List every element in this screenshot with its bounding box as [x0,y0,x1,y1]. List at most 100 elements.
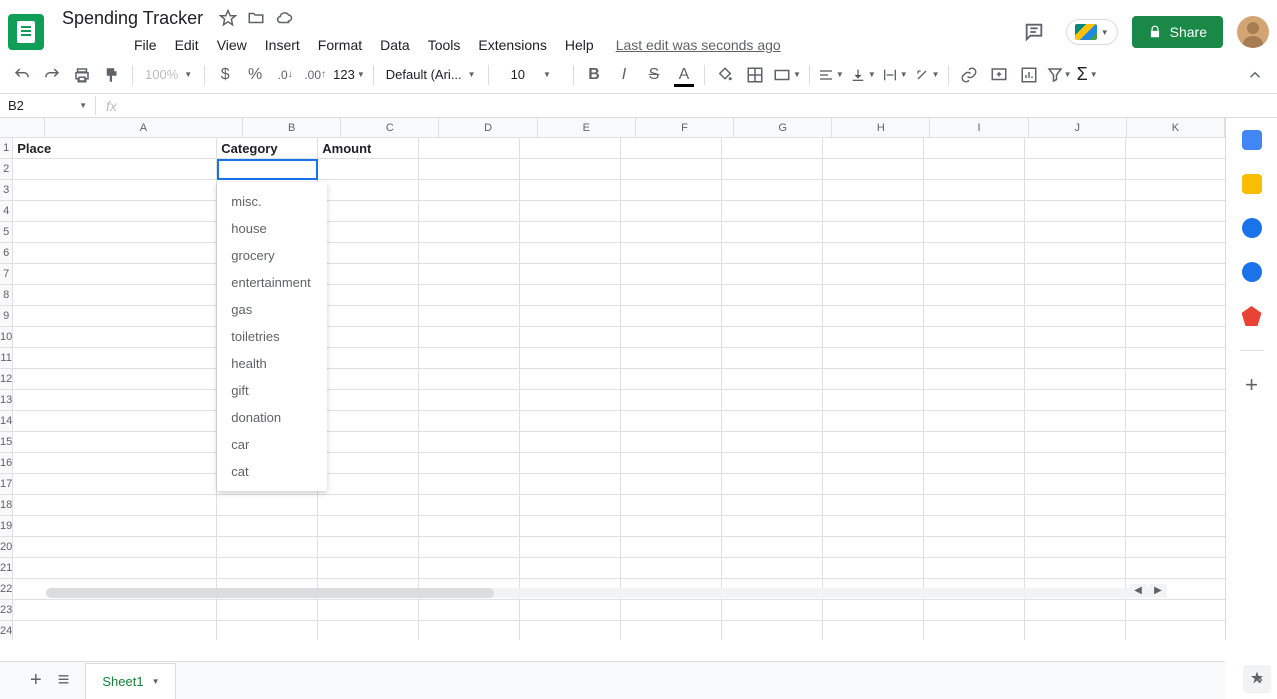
dropdown-option[interactable]: health [217,350,327,377]
menu-help[interactable]: Help [557,33,602,57]
cell[interactable] [1025,201,1126,222]
cell[interactable] [1025,222,1126,243]
cell[interactable] [318,516,419,537]
cell[interactable] [722,327,823,348]
insert-chart-button[interactable] [1015,61,1043,89]
cell[interactable] [520,474,621,495]
row-header[interactable]: 13 [0,390,13,411]
dropdown-option[interactable]: toiletries [217,323,327,350]
cell[interactable] [520,390,621,411]
cell[interactable] [722,201,823,222]
cell[interactable] [823,138,924,159]
cell[interactable] [722,537,823,558]
cell[interactable] [318,621,419,640]
cell[interactable] [722,474,823,495]
column-header[interactable]: F [636,118,734,137]
cell[interactable] [621,327,722,348]
cell[interactable] [722,558,823,579]
cell[interactable] [419,369,520,390]
cell[interactable] [318,600,419,621]
cell[interactable] [419,495,520,516]
zoom-select[interactable]: 100%▼ [139,63,198,86]
menu-data[interactable]: Data [372,33,418,57]
cell[interactable] [13,453,217,474]
cell[interactable] [823,558,924,579]
cell[interactable] [1025,600,1126,621]
cell[interactable] [13,411,217,432]
cell[interactable] [1025,159,1126,180]
merge-cells-button[interactable]: ▼ [771,64,803,86]
vertical-align-button[interactable]: ▼ [848,65,878,85]
horizontal-scrollbar[interactable] [46,588,1165,598]
cell[interactable] [924,180,1025,201]
cell[interactable] [823,411,924,432]
cell[interactable] [621,495,722,516]
cell[interactable] [621,201,722,222]
column-header[interactable]: J [1029,118,1127,137]
cell[interactable] [419,180,520,201]
text-rotation-button[interactable]: ▼ [912,65,942,85]
row-header[interactable]: 21 [0,558,13,579]
cell[interactable] [924,348,1025,369]
cell[interactable] [1126,558,1225,579]
menu-insert[interactable]: Insert [257,33,308,57]
cell[interactable] [1126,369,1225,390]
cell[interactable] [621,222,722,243]
cell[interactable] [318,180,419,201]
cell[interactable] [924,558,1025,579]
insert-link-button[interactable] [955,61,983,89]
cell[interactable] [1126,159,1225,180]
cell[interactable] [318,222,419,243]
cell[interactable] [1025,453,1126,474]
row-header[interactable]: 19 [0,516,13,537]
column-header[interactable]: C [341,118,439,137]
cell[interactable] [722,369,823,390]
cell[interactable] [924,453,1025,474]
cell[interactable] [13,285,217,306]
dropdown-option[interactable]: grocery [217,242,327,269]
cell[interactable] [1025,306,1126,327]
cell[interactable] [823,474,924,495]
cell[interactable] [520,222,621,243]
show-side-panel-button[interactable]: › [1258,671,1263,689]
increase-decimal-button[interactable]: .00↑ [301,61,329,89]
scroll-left-button[interactable]: ◀ [1129,584,1147,598]
cell[interactable] [823,306,924,327]
cell[interactable] [520,432,621,453]
row-header[interactable]: 23 [0,600,13,621]
cell[interactable] [419,516,520,537]
dropdown-option[interactable]: misc. [217,188,327,215]
row-header[interactable]: 15 [0,432,13,453]
cell[interactable] [621,432,722,453]
cell[interactable] [722,453,823,474]
cell[interactable] [1025,621,1126,640]
cell[interactable] [520,159,621,180]
cell[interactable] [520,201,621,222]
cell[interactable] [1126,411,1225,432]
dropdown-option[interactable]: gas [217,296,327,323]
row-header[interactable]: 8 [0,285,13,306]
cell[interactable]: Place [13,138,217,159]
cell[interactable] [1025,243,1126,264]
cell[interactable] [1025,264,1126,285]
cell[interactable] [419,348,520,369]
column-header[interactable]: I [930,118,1028,137]
row-header[interactable]: 7 [0,264,13,285]
cell[interactable] [722,600,823,621]
menu-tools[interactable]: Tools [420,33,469,57]
cell[interactable] [924,243,1025,264]
cell[interactable] [823,201,924,222]
row-header[interactable]: 16 [0,453,13,474]
cell[interactable] [722,516,823,537]
currency-button[interactable]: $ [211,61,239,89]
cell[interactable] [1025,474,1126,495]
cell[interactable] [924,600,1025,621]
cell[interactable] [520,243,621,264]
tasks-icon[interactable] [1242,218,1262,238]
cell[interactable] [13,180,217,201]
cell[interactable] [520,411,621,432]
cell[interactable] [722,180,823,201]
strikethrough-button[interactable]: S [640,61,668,89]
cell[interactable] [419,558,520,579]
dropdown-option[interactable]: cat [217,458,327,485]
